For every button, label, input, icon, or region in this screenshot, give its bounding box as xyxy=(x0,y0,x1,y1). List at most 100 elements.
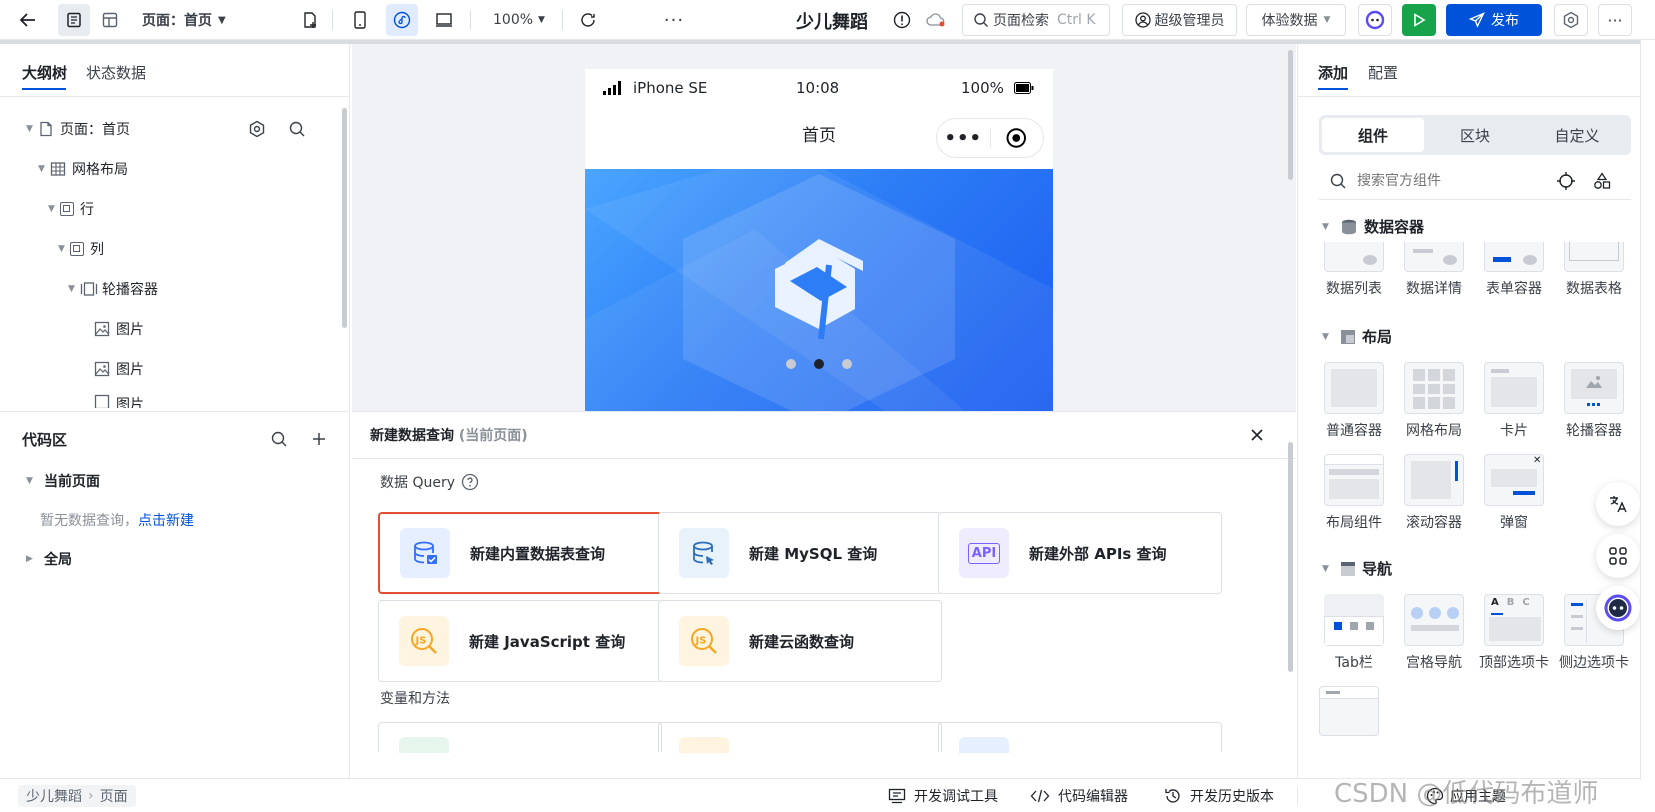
tree-node-column[interactable]: ▼ 列 xyxy=(58,234,104,264)
refresh-icon[interactable] xyxy=(574,4,602,36)
canvas-scrollbar[interactable] xyxy=(1288,50,1293,180)
collapse-caret-icon[interactable]: ▼ xyxy=(1322,222,1334,232)
apps-button[interactable] xyxy=(1596,534,1640,578)
settings-button[interactable] xyxy=(1554,4,1588,36)
component-top-tabs[interactable]: ABC 顶部选项卡 xyxy=(1474,594,1554,672)
miniprogram-capsule[interactable]: ••• xyxy=(936,118,1044,158)
query-card-javascript[interactable]: JS 新建 JavaScript 查询 xyxy=(378,600,662,682)
carousel-dot[interactable] xyxy=(786,359,796,369)
component-grid-layout[interactable]: 网格布局 xyxy=(1394,362,1474,440)
component-data-list[interactable]: 数据列表 xyxy=(1314,242,1394,298)
carousel-banner[interactable] xyxy=(585,169,1053,411)
segment-custom[interactable]: 自定义 xyxy=(1526,125,1628,146)
page-search-button[interactable]: 页面检索 Ctrl K xyxy=(962,4,1110,36)
category-data-container[interactable]: ▼ 数据容器 xyxy=(1322,216,1424,237)
back-arrow-icon[interactable] xyxy=(14,4,42,36)
tab-outline-tree[interactable]: 大纲树 xyxy=(22,62,67,83)
create-query-link[interactable]: 点击新建 xyxy=(138,513,194,529)
cloud-sync-icon[interactable] xyxy=(922,4,950,36)
search-icon[interactable] xyxy=(270,430,288,448)
dev-history-button[interactable]: 开发历史版本 xyxy=(1164,786,1274,806)
ai-assistant-button[interactable] xyxy=(1358,4,1392,36)
miniprogram-view-icon[interactable] xyxy=(386,4,418,36)
collapse-caret-icon[interactable]: ▼ xyxy=(26,476,38,486)
code-section-current-page[interactable]: ▼ 当前页面 xyxy=(26,466,100,496)
translate-button[interactable] xyxy=(1596,482,1640,526)
component-data-detail[interactable]: 数据详情 xyxy=(1394,242,1474,298)
data-mode-select[interactable]: 体验数据 ▼ xyxy=(1246,4,1346,36)
collapse-caret-icon[interactable]: ▼ xyxy=(58,244,70,254)
tree-node-image[interactable]: 图片 xyxy=(94,314,144,344)
component-search-input[interactable] xyxy=(1357,173,1547,189)
tree-node-image[interactable]: 图片 xyxy=(94,394,144,408)
breadcrumb-app[interactable]: 少儿舞蹈 xyxy=(26,786,82,806)
tree-node-image[interactable]: 图片 xyxy=(94,354,144,384)
var-card[interactable] xyxy=(658,722,942,753)
expand-caret-icon[interactable]: ▶ xyxy=(26,554,38,564)
component-carousel-container[interactable]: 轮播容器 xyxy=(1554,362,1634,440)
tree-node-page[interactable]: ▼ 页面：首页 xyxy=(26,114,336,144)
query-card-builtin-table[interactable]: 新建内置数据表查询 xyxy=(378,512,662,594)
more-menu-icon[interactable]: ··· xyxy=(1598,4,1632,36)
capsule-more-icon[interactable]: ••• xyxy=(937,128,990,149)
carousel-dot[interactable] xyxy=(842,359,852,369)
component-tab-bar[interactable]: Tab栏 xyxy=(1314,594,1394,672)
tree-node-carousel[interactable]: ▼ 轮播容器 xyxy=(68,274,158,304)
category-layout[interactable]: ▼ 布局 xyxy=(1322,326,1392,347)
segment-components[interactable]: 组件 xyxy=(1322,118,1424,152)
collapse-caret-icon[interactable]: ▼ xyxy=(48,204,60,214)
zoom-select[interactable]: 100% ▼ xyxy=(484,4,554,36)
assistant-float-button[interactable] xyxy=(1596,586,1640,630)
collapse-caret-icon[interactable]: ▼ xyxy=(68,284,80,294)
breadcrumb-page[interactable]: 页面 xyxy=(100,786,128,806)
warning-icon[interactable] xyxy=(890,4,914,36)
add-page-icon[interactable] xyxy=(296,4,324,36)
page-selector[interactable]: 页面：首页 ▼ xyxy=(142,4,252,36)
tree-node-row[interactable]: ▼ 行 xyxy=(48,194,94,224)
shapes-icon[interactable] xyxy=(1593,172,1611,190)
tree-node-grid-layout[interactable]: ▼ 网格布局 xyxy=(38,154,128,184)
collapse-caret-icon[interactable]: ▼ xyxy=(26,124,38,134)
preview-run-button[interactable] xyxy=(1402,4,1436,36)
layout-view-icon[interactable] xyxy=(94,4,126,36)
component-layout[interactable]: 布局组件 xyxy=(1314,454,1394,532)
panel-scrollbar[interactable] xyxy=(1288,442,1293,672)
collapse-caret-icon[interactable]: ▼ xyxy=(1322,332,1334,342)
category-navigation[interactable]: ▼ 导航 xyxy=(1322,558,1392,579)
publish-button[interactable]: 发布 xyxy=(1446,4,1542,36)
code-section-global[interactable]: ▶ 全局 xyxy=(26,544,72,574)
page-view-icon[interactable] xyxy=(58,4,90,36)
var-card[interactable] xyxy=(938,722,1222,753)
component-dialog[interactable]: ✕ 弹窗 xyxy=(1474,454,1554,532)
collapse-caret-icon[interactable]: ▼ xyxy=(38,164,50,174)
query-card-mysql[interactable]: 新建 MySQL 查询 xyxy=(658,512,942,594)
query-card-cloud-function[interactable]: JS 新建云函数查询 xyxy=(658,600,942,682)
user-menu[interactable]: 超级管理员 xyxy=(1122,4,1237,36)
component-more-thumb[interactable] xyxy=(1319,686,1379,736)
var-card[interactable] xyxy=(378,722,662,753)
tab-state-data[interactable]: 状态数据 xyxy=(86,62,146,83)
component-grid-nav[interactable]: 宫格导航 xyxy=(1394,594,1474,672)
component-data-table[interactable]: 数据表格 xyxy=(1554,242,1634,298)
mobile-view-icon[interactable] xyxy=(346,4,374,36)
desktop-view-icon[interactable] xyxy=(430,4,458,36)
component-plain-container[interactable]: 普通容器 xyxy=(1314,362,1394,440)
carousel-dot[interactable] xyxy=(814,359,824,369)
tree-scrollbar[interactable] xyxy=(342,108,347,328)
close-icon[interactable] xyxy=(1250,428,1264,442)
collapse-caret-icon[interactable]: ▼ xyxy=(1322,564,1334,574)
more-icon[interactable]: ··· xyxy=(660,4,688,36)
tab-config[interactable]: 配置 xyxy=(1368,62,1398,83)
tab-add[interactable]: 添加 xyxy=(1318,62,1348,83)
add-icon[interactable] xyxy=(310,430,328,448)
component-search[interactable] xyxy=(1319,164,1631,198)
help-icon[interactable] xyxy=(461,473,479,491)
component-card[interactable]: 卡片 xyxy=(1474,362,1554,440)
component-form-container[interactable]: 表单容器 xyxy=(1474,242,1554,298)
capsule-close-icon[interactable] xyxy=(990,127,1043,149)
segment-blocks[interactable]: 区块 xyxy=(1424,125,1526,146)
component-scroll-container[interactable]: 滚动容器 xyxy=(1394,454,1474,532)
debug-tools-button[interactable]: 开发调试工具 xyxy=(888,786,998,806)
locate-icon[interactable] xyxy=(1557,172,1575,190)
code-editor-button[interactable]: 代码编辑器 xyxy=(1030,786,1128,806)
